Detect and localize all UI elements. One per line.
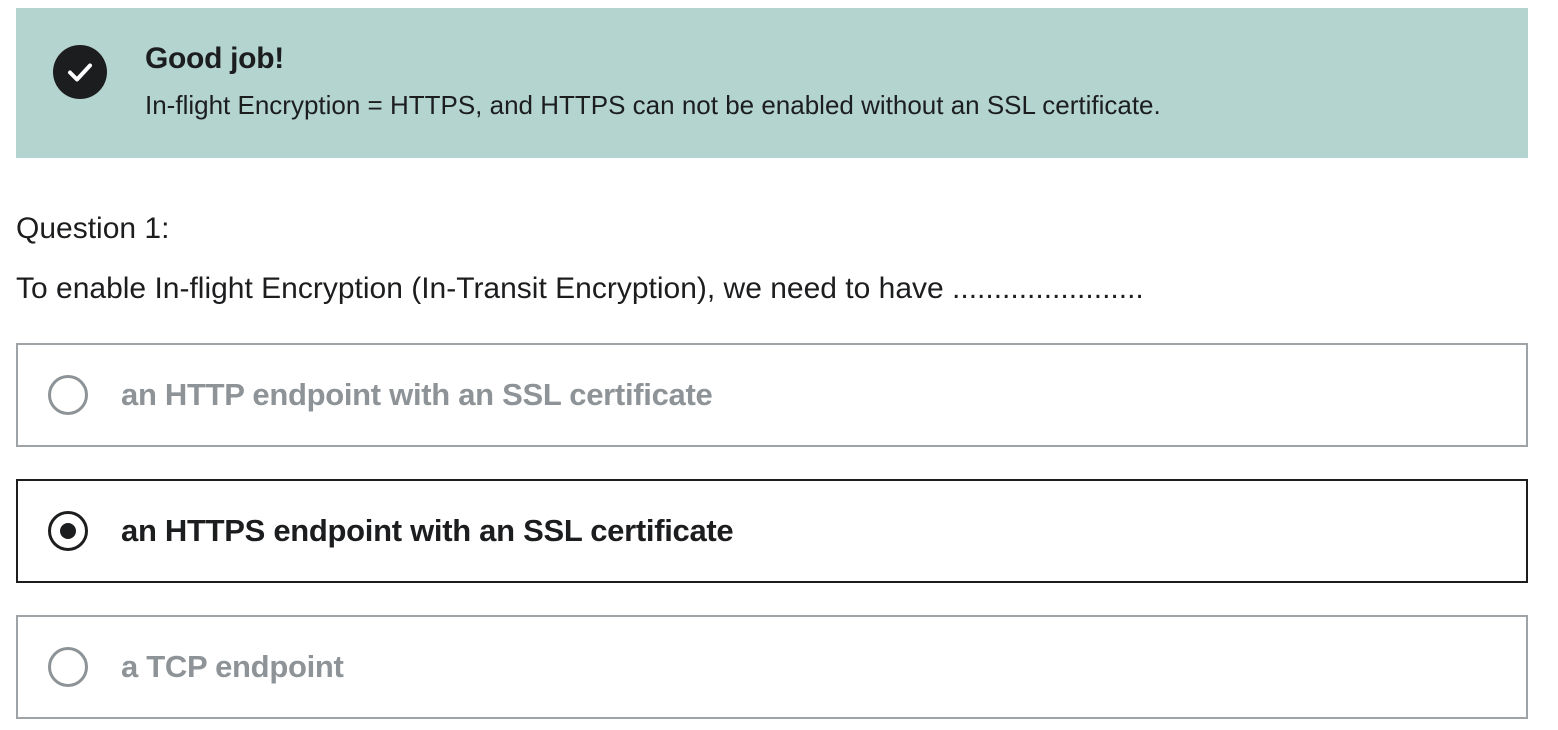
radio-button-unselected[interactable] (48, 647, 88, 687)
radio-dot-icon (60, 523, 76, 539)
radio-button-unselected[interactable] (48, 375, 88, 415)
question-number: Question 1: (16, 212, 170, 245)
answer-option-1[interactable]: an HTTP endpoint with an SSL certificate (16, 343, 1528, 447)
answer-option-label: a TCP endpoint (121, 649, 344, 684)
question-prompt: To enable In-flight Encryption (In-Trans… (16, 272, 1144, 305)
feedback-title: Good job! (145, 42, 284, 75)
feedback-alert: Good job! In-flight Encryption = HTTPS, … (16, 8, 1528, 158)
answer-option-3[interactable]: a TCP endpoint (16, 615, 1528, 719)
radio-button-selected[interactable] (48, 511, 88, 551)
check-circle-icon (53, 45, 107, 99)
answer-option-label: an HTTP endpoint with an SSL certificate (121, 377, 713, 412)
answer-option-2[interactable]: an HTTPS endpoint with an SSL certificat… (16, 479, 1528, 583)
feedback-message: In-flight Encryption = HTTPS, and HTTPS … (145, 90, 1161, 120)
answer-option-label: an HTTPS endpoint with an SSL certificat… (121, 513, 734, 548)
